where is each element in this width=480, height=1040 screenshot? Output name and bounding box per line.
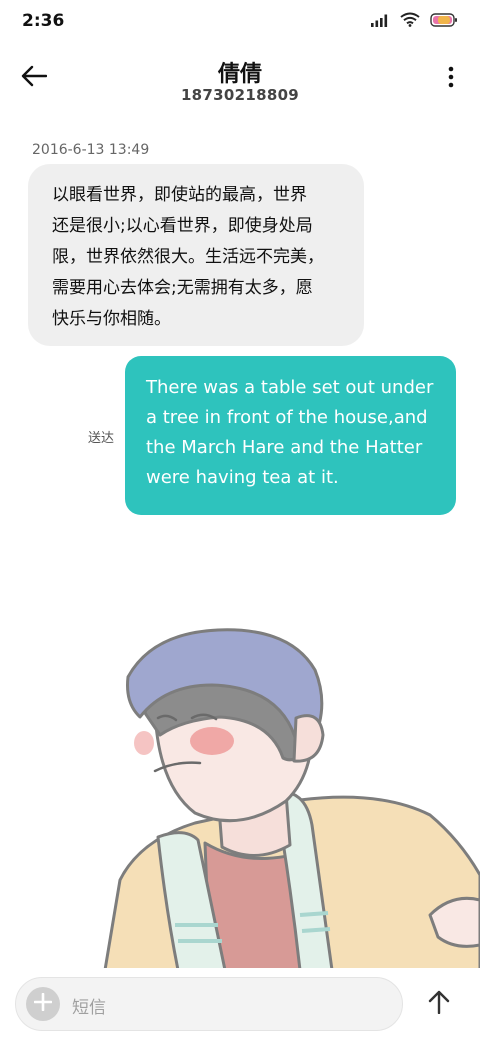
- more-options-button[interactable]: [440, 62, 462, 96]
- message-line: the March Hare and the Hatter: [146, 437, 423, 458]
- background-illustration: [100, 625, 480, 972]
- message-line: 还是很小;以心看世界，即使身处局: [52, 216, 313, 236]
- message-input-placeholder: 短信: [72, 998, 106, 1018]
- send-button[interactable]: [420, 985, 458, 1023]
- contact-name: 倩倩: [217, 62, 262, 87]
- battery-icon: [430, 12, 458, 31]
- incoming-message-bubble[interactable]: 以眼看世界，即使站的最高，世界 还是很小;以心看世界，即使身处局 限，世界依然很…: [28, 164, 364, 346]
- status-bar: 2:36: [0, 0, 480, 44]
- arrow-up-icon: [428, 990, 450, 1018]
- contact-phone: 18730218809: [180, 86, 300, 104]
- status-time: 2:36: [22, 11, 65, 31]
- add-attachment-button[interactable]: [26, 987, 60, 1021]
- message-line: 以眼看世界，即使站的最高，世界: [52, 185, 307, 205]
- signal-icon: [370, 12, 390, 31]
- message-line: 需要用心去体会;无需拥有太多，愿: [52, 278, 313, 298]
- delivery-status: 送达: [88, 431, 115, 446]
- message-line: 快乐与你相随。: [52, 309, 171, 329]
- more-vertical-icon: [448, 66, 454, 92]
- message-composer: 短信: [0, 968, 480, 1040]
- message-line: 限，世界依然很大。生活远不完美，: [52, 247, 324, 267]
- outgoing-message-bubble[interactable]: There was a table set out under a tree i…: [125, 356, 456, 515]
- conversation-header: 倩倩 18730218809: [0, 44, 480, 120]
- message-timestamp: 2016-6-13 13:49: [32, 142, 150, 158]
- plus-icon: [33, 992, 53, 1015]
- message-input[interactable]: 短信: [15, 977, 403, 1031]
- message-line: There was a table set out under: [146, 377, 434, 398]
- message-line: were having tea at it.: [146, 467, 339, 488]
- wifi-icon: [400, 12, 420, 31]
- message-line: a tree in front of the house,and: [146, 407, 428, 428]
- status-icons: [370, 12, 458, 31]
